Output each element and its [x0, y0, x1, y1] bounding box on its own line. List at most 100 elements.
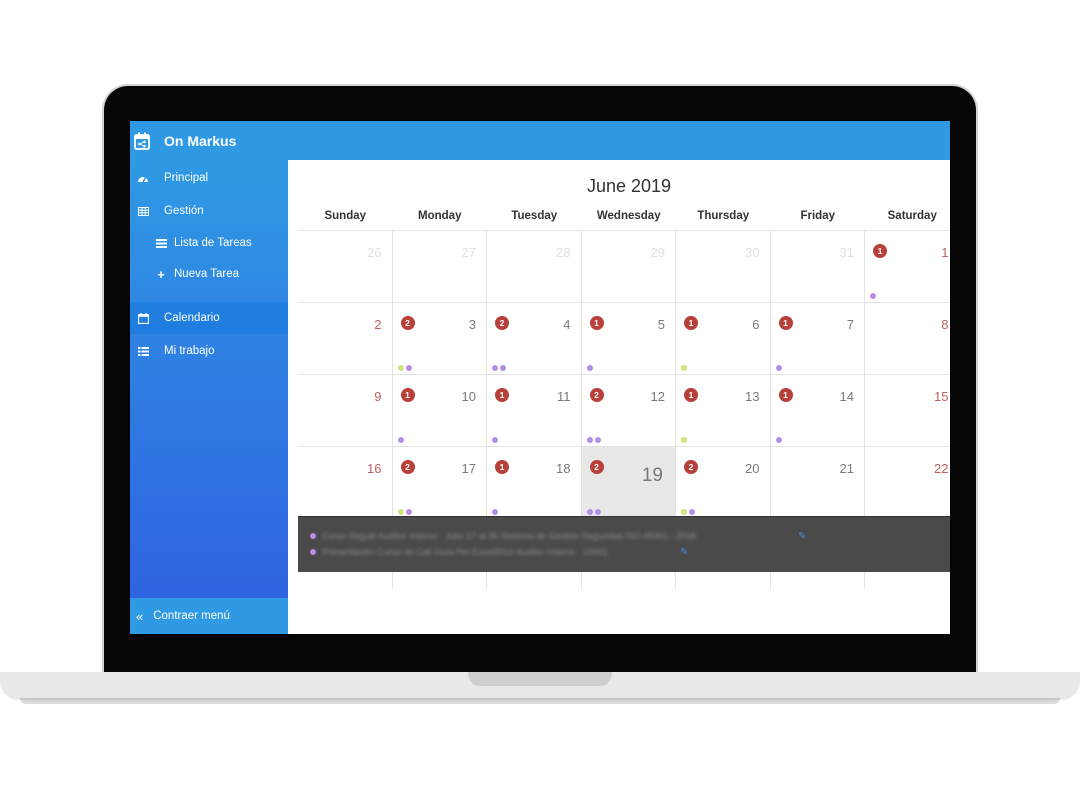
- day-number: 10: [461, 389, 476, 404]
- calendar-week-row: 9 1 10 1 11 2 12 1 13 1 14 15: [298, 374, 950, 447]
- calendar-day-today[interactable]: 2 19: [581, 447, 676, 519]
- calendar-day[interactable]: 15: [582, 303, 676, 375]
- calendar-day[interactable]: 1 13: [676, 375, 771, 447]
- event-count-badge: 1: [684, 316, 698, 330]
- calendar-day[interactable]: 26: [298, 231, 393, 303]
- collapse-menu-button[interactable]: « Contraer menú: [130, 598, 288, 634]
- day-number: 28: [556, 245, 571, 260]
- calendar-day[interactable]: 1 11: [487, 375, 582, 447]
- event-item[interactable]: Presentación Curso de Cali Guía Pet Exce…: [310, 545, 688, 559]
- event-dot: [594, 509, 601, 515]
- day-number: 3: [468, 317, 476, 332]
- calendar-day[interactable]: 16: [298, 447, 393, 519]
- calendar-share-icon: [134, 132, 150, 150]
- event-count-badge: 1: [589, 316, 604, 330]
- calendar-day[interactable]: 30: [676, 231, 771, 303]
- calendar-day[interactable]: 16: [676, 303, 771, 375]
- event-count-badge: 1: [400, 388, 415, 402]
- event-count-badge: 1: [495, 388, 509, 402]
- calendar-day[interactable]: 24: [487, 303, 582, 375]
- laptop-base-shadow: [20, 698, 1060, 704]
- calendar-day[interactable]: 8: [865, 303, 950, 375]
- event-count-badge: 1: [495, 460, 509, 474]
- event-dot: [405, 365, 412, 371]
- day-number: 18: [556, 461, 571, 476]
- calendar: June 2019 Sunday Monday Tuesday Wednesda…: [298, 160, 950, 634]
- event-dots: [397, 365, 412, 371]
- calendar-day[interactable]: 28: [487, 231, 582, 303]
- day-number: 21: [839, 461, 854, 476]
- event-dots: [681, 437, 687, 443]
- calendar-day[interactable]: 31: [771, 231, 865, 303]
- weekday-label: Friday: [800, 210, 835, 222]
- calendar-day[interactable]: 1 14: [771, 375, 865, 447]
- day-number: 19: [641, 465, 663, 486]
- calendar-day[interactable]: 15: [865, 375, 950, 447]
- calendar-day[interactable]: 1 18: [487, 447, 582, 519]
- event-dot: [492, 365, 498, 371]
- pencil-icon[interactable]: ✎: [798, 531, 806, 542]
- event-count-badge: 2: [589, 388, 604, 402]
- calendar-day[interactable]: 29: [582, 231, 676, 303]
- weekday-label: Saturday: [887, 210, 937, 222]
- event-dot: [594, 437, 601, 443]
- sidebar-item-mi-trabajo[interactable]: Mi trabajo: [130, 335, 288, 367]
- calendar-day[interactable]: 2 17: [393, 447, 487, 519]
- calendar-week-row: 223241516178: [298, 302, 950, 375]
- sidebar-item-nueva-tarea[interactable]: + Nueva Tarea: [130, 258, 288, 290]
- calendar-title: June 2019: [586, 176, 672, 196]
- sidebar-item-label: Lista de Tareas: [174, 237, 252, 249]
- sidebar-item-calendario[interactable]: Calendario: [130, 302, 288, 334]
- calendar-day[interactable]: 27: [393, 231, 487, 303]
- calendar-day[interactable]: 2 20: [676, 447, 771, 519]
- dashboard-icon: [136, 173, 150, 183]
- collapse-menu-label: Contraer menú: [153, 610, 230, 622]
- calendar-day[interactable]: 9: [298, 375, 393, 447]
- day-number: 2: [374, 317, 382, 332]
- sidebar-item-lista-de-tareas[interactable]: Lista de Tareas: [130, 227, 288, 259]
- calendar-day[interactable]: 23: [393, 303, 487, 375]
- app-screen: On Markus Principal Gestión Lista de Tar…: [130, 121, 950, 634]
- sidebar-item-label: Principal: [164, 172, 209, 184]
- event-dot: [405, 509, 412, 515]
- double-chevron-left-icon: «: [136, 608, 144, 624]
- event-item[interactable]: Curso Seguiti Auditor Interno · Julio 17…: [310, 529, 806, 543]
- pencil-icon[interactable]: ✎: [680, 547, 688, 558]
- day-number: 22: [934, 461, 949, 476]
- app-title: On Markus: [164, 132, 237, 149]
- calendar-day[interactable]: 21: [771, 447, 865, 519]
- calendar-day[interactable]: 22: [865, 447, 950, 519]
- day-number: 15: [934, 389, 949, 404]
- calendar-day[interactable]: 1 10: [393, 375, 487, 447]
- plus-icon: +: [157, 266, 165, 282]
- event-dots: [586, 437, 601, 443]
- day-number: 1: [941, 245, 949, 260]
- event-count-badge: 2: [400, 316, 415, 330]
- sidebar-item-gestion[interactable]: Gestión: [130, 195, 288, 227]
- event-dots: [397, 437, 404, 443]
- event-dots: [586, 509, 601, 515]
- event-dot: [775, 437, 782, 443]
- event-dot: [310, 533, 316, 539]
- day-number: 13: [745, 389, 760, 404]
- sidebar-item-principal[interactable]: Principal: [130, 162, 288, 194]
- event-dots: [492, 509, 498, 515]
- calendar-day[interactable]: 17: [771, 303, 865, 375]
- event-dot: [397, 437, 404, 443]
- calendar-day[interactable]: 2: [298, 303, 393, 375]
- event-title: Curso Seguiti Auditor Interno · Julio 17…: [322, 531, 696, 541]
- day-number: 5: [657, 317, 665, 332]
- event-count-badge: 2: [400, 460, 415, 474]
- event-dots: [870, 293, 876, 299]
- day-number: 11: [557, 389, 571, 404]
- calendar-day[interactable]: 11: [865, 231, 950, 303]
- event-dots: [681, 509, 695, 515]
- event-dots: [586, 365, 593, 371]
- sidebar-item-label: Calendario: [164, 312, 220, 324]
- event-dot: [775, 365, 782, 371]
- sidebar-item-label: Nueva Tarea: [174, 268, 239, 280]
- event-dot: [681, 509, 687, 515]
- brand[interactable]: On Markus: [134, 121, 236, 160]
- calendar-day[interactable]: 2 12: [582, 375, 676, 447]
- day-number: 31: [839, 245, 854, 260]
